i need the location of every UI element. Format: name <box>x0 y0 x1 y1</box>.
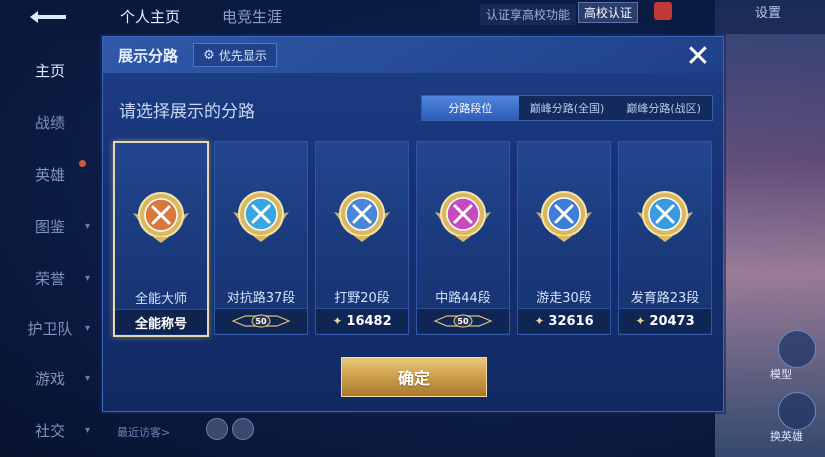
peak-points-value: 16482 <box>346 313 392 329</box>
avatar[interactable] <box>232 418 254 440</box>
background-hero-art <box>715 0 825 457</box>
lane-emblem-icon <box>133 192 189 243</box>
recent-visitors-link[interactable]: 最近访客> <box>117 424 170 440</box>
select-lane-prompt: 请选择展示的分路 <box>119 102 255 122</box>
sidebar-item-label: 护卫队 <box>27 319 73 338</box>
sidebar-item-label: 战绩 <box>34 113 65 132</box>
priority-display-label: 优先显示 <box>218 48 267 63</box>
lane-display-modal: 展示分路 ⚙ 优先显示 ✕ 请选择展示的分路 分路段位 巅峰分路(全国) 巅峰分… <box>102 36 724 412</box>
peak-points-value: 20473 <box>649 313 695 329</box>
lane-mode-tabs: 分路段位 巅峰分路(全国) 巅峰分路(战区) <box>421 95 713 121</box>
sidebar: 主页 战绩 英雄 图鉴 ▾ 荣誉 ▾ 护卫队 ▾ 游戏 ▾ 社交 ▾ <box>0 40 100 457</box>
sidebar-item-label: 游戏 <box>34 369 65 388</box>
sidebar-item-label: 社交 <box>34 421 65 440</box>
sidebar-item-label: 图鉴 <box>34 217 65 236</box>
chevron-down-icon: ▾ <box>84 372 90 384</box>
verify-prompt[interactable]: 认证享高校功能 <box>480 4 577 25</box>
back-arrow-icon[interactable] <box>28 8 70 26</box>
lane-emblem-icon <box>233 191 289 242</box>
sidebar-item-honor[interactable]: 荣誉 ▾ <box>0 258 100 298</box>
chevron-down-icon: ▾ <box>84 272 90 284</box>
peak-points-value: 32616 <box>548 313 594 329</box>
lane-emblem-icon <box>536 191 592 242</box>
modal-header: 展示分路 ⚙ 优先显示 ✕ <box>103 37 723 74</box>
priority-display-button[interactable]: ⚙ 优先显示 <box>193 43 277 67</box>
lane-card-footer: ✦ 20473 <box>619 308 711 333</box>
sidebar-item-label: 荣誉 <box>34 269 65 288</box>
lane-card-footer: ✦ 32616 <box>518 308 610 333</box>
title-label: 全能称号 <box>134 316 187 332</box>
rank-badge-value: 50 <box>457 317 469 326</box>
tab-personal-home[interactable]: 个人主页 <box>120 6 180 27</box>
tab-peak-region[interactable]: 巅峰分路(战区) <box>615 96 712 120</box>
change-hero-label: 换英雄 <box>770 430 803 443</box>
lane-card-name: 对抗路37段 <box>226 291 296 306</box>
chevron-down-icon: ▾ <box>84 424 90 436</box>
top-bar: 个人主页 电竞生涯 认证享高校功能 高校认证 设置 <box>0 0 825 34</box>
confirm-button[interactable]: 确定 <box>341 357 487 397</box>
model-label: 模型 <box>770 368 792 381</box>
lane-card[interactable]: 打野20段 ✦ 16482 <box>315 141 409 335</box>
avatar[interactable] <box>206 418 228 440</box>
sidebar-item-game[interactable]: 游戏 ▾ <box>0 358 100 398</box>
lane-card-footer: 全能称号 <box>115 309 207 334</box>
sidebar-item-catalog[interactable]: 图鉴 ▾ <box>0 206 100 246</box>
lane-card-footer: ✦ 16482 <box>316 308 408 333</box>
gear-icon: ⚙ <box>203 47 215 63</box>
lane-card[interactable]: 中路44段 50 <box>416 141 510 335</box>
peak-points-icon: ✦ <box>635 314 646 328</box>
peak-points-icon: ✦ <box>534 314 545 328</box>
gift-icon[interactable] <box>654 2 672 20</box>
sidebar-item-home[interactable]: 主页 <box>0 50 100 90</box>
lane-card-name: 全能大师 <box>134 292 187 307</box>
change-hero-button[interactable] <box>778 392 816 430</box>
lane-card-footer: 50 <box>215 308 307 333</box>
lane-card[interactable]: 全能大师 全能称号 <box>113 141 209 337</box>
sidebar-item-label: 主页 <box>34 61 65 80</box>
chevron-down-icon: ▾ <box>84 322 90 334</box>
sidebar-item-record[interactable]: 战绩 <box>0 102 100 142</box>
new-badge-icon <box>79 160 86 167</box>
modal-title: 展示分路 <box>118 47 179 65</box>
lane-emblem-icon <box>334 191 390 242</box>
tab-esports-career[interactable]: 电竞生涯 <box>222 6 282 27</box>
tab-lane-rank[interactable]: 分路段位 <box>422 96 519 120</box>
lane-card-footer: 50 <box>417 308 509 333</box>
sidebar-item-social[interactable]: 社交 ▾ <box>0 410 100 450</box>
lane-card-name: 游走30段 <box>536 291 592 306</box>
close-icon[interactable]: ✕ <box>681 39 715 74</box>
rank-badge-value: 50 <box>255 317 267 326</box>
lane-card[interactable]: 发育路23段 ✦ 20473 <box>618 141 712 335</box>
chevron-down-icon: ▾ <box>84 220 90 232</box>
peak-points-icon: ✦ <box>332 314 343 328</box>
lane-card-name: 发育路23段 <box>630 291 700 306</box>
rank-badge-icon: 50 <box>231 314 291 328</box>
model-button[interactable] <box>778 330 816 368</box>
lane-card-name: 打野20段 <box>334 291 390 306</box>
sidebar-item-label: 英雄 <box>34 165 65 184</box>
lane-emblem-icon <box>435 191 491 242</box>
sidebar-item-heroes[interactable]: 英雄 <box>0 154 100 194</box>
lane-card-name: 中路44段 <box>435 291 491 306</box>
lane-card[interactable]: 对抗路37段 50 <box>214 141 308 335</box>
settings-button[interactable]: 设置 <box>755 2 781 21</box>
lane-emblem-icon <box>637 191 693 242</box>
tab-peak-national[interactable]: 巅峰分路(全国) <box>519 96 616 120</box>
rank-badge-icon: 50 <box>433 314 493 328</box>
college-verify-badge[interactable]: 高校认证 <box>578 2 639 23</box>
sidebar-item-guard[interactable]: 护卫队 ▾ <box>0 308 100 348</box>
lane-card[interactable]: 游走30段 ✦ 32616 <box>517 141 611 335</box>
